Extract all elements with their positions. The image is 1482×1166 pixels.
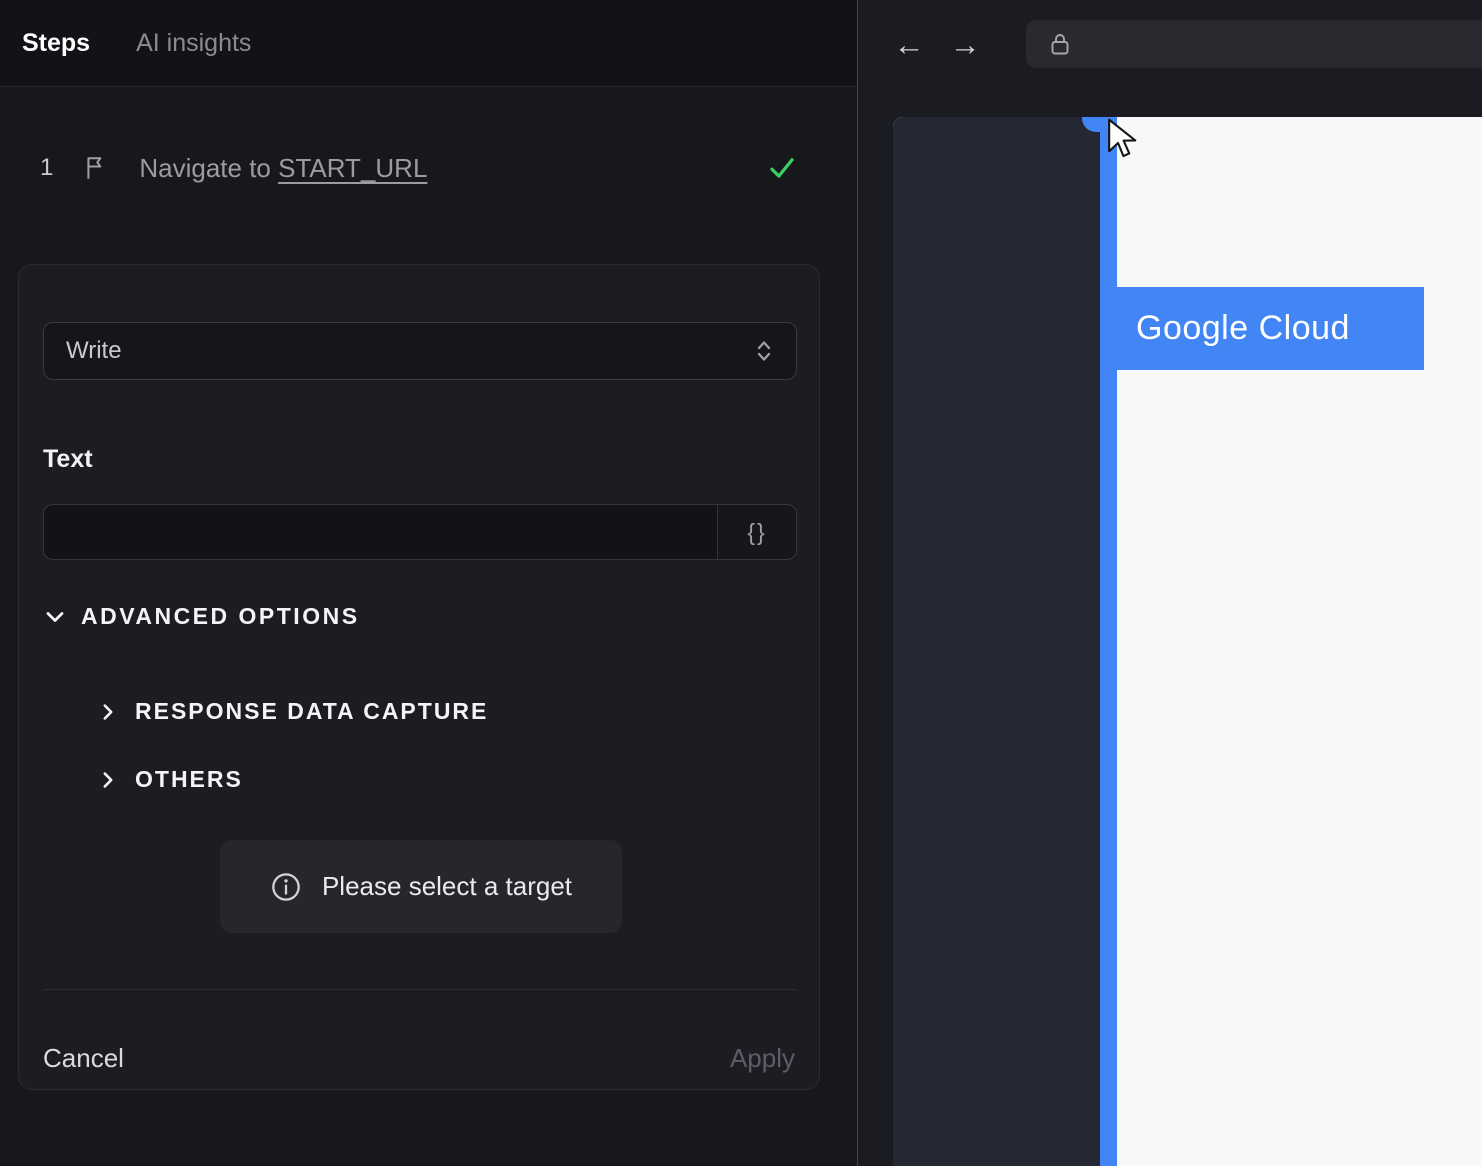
browser-navbar: ← → xyxy=(859,0,1482,88)
step-title-text: Navigate to xyxy=(139,152,279,183)
text-input[interactable] xyxy=(43,504,717,560)
action-select[interactable]: Write xyxy=(43,322,797,380)
steps-panel: Steps AI insights 1 Navigate to START_UR… xyxy=(0,0,858,1166)
text-field-label: Text xyxy=(43,445,93,473)
page-dark-sidebar xyxy=(893,117,1100,1166)
browser-preview-panel: ← → Google Cloud xyxy=(859,0,1482,1166)
element-highlight-stripe xyxy=(1100,117,1117,1166)
editor-footer: Cancel Apply xyxy=(19,1025,819,1091)
highlighted-element-google-cloud[interactable]: Google Cloud xyxy=(1117,287,1424,370)
advanced-options-toggle[interactable]: ADVANCED OPTIONS xyxy=(43,603,360,630)
chevron-right-icon xyxy=(97,768,119,792)
info-icon xyxy=(270,871,302,903)
advanced-options-label: ADVANCED OPTIONS xyxy=(81,603,360,629)
url-bar[interactable] xyxy=(1026,20,1482,68)
browser-viewport[interactable]: Google Cloud xyxy=(893,117,1482,1166)
step-item[interactable]: 1 Navigate to START_URL xyxy=(0,138,857,198)
others-label: OTHERS xyxy=(135,766,243,792)
response-data-capture-toggle[interactable]: RESPONSE DATA CAPTURE xyxy=(97,698,488,725)
chevron-down-icon xyxy=(43,605,67,629)
back-button[interactable]: ← xyxy=(891,29,927,60)
footer-divider xyxy=(43,989,797,990)
panel-tabbar: Steps AI insights xyxy=(0,0,857,87)
step-start-url-link[interactable]: START_URL xyxy=(278,153,427,183)
tab-ai-insights[interactable]: AI insights xyxy=(136,29,251,58)
response-data-capture-label: RESPONSE DATA CAPTURE xyxy=(135,698,489,724)
text-input-group: {} xyxy=(43,504,797,560)
tab-steps[interactable]: Steps xyxy=(22,29,90,58)
select-target-notice: Please select a target xyxy=(220,840,622,933)
insert-variable-button[interactable]: {} xyxy=(717,504,797,560)
apply-button[interactable]: Apply xyxy=(730,1043,795,1074)
action-select-value: Write xyxy=(66,337,122,364)
select-updown-icon xyxy=(752,338,776,364)
cancel-button[interactable]: Cancel xyxy=(43,1043,124,1074)
lock-icon xyxy=(1048,31,1072,57)
select-target-notice-text: Please select a target xyxy=(321,871,573,901)
forward-button[interactable]: → xyxy=(947,29,983,60)
chevron-right-icon xyxy=(97,700,119,724)
app: Steps AI insights 1 Navigate to START_UR… xyxy=(0,0,1482,1166)
step-editor-card: Write Text {} ADVANCED OPTIONS RESPONSE … xyxy=(18,264,820,1090)
mouse-cursor-icon xyxy=(1105,118,1139,160)
step-title: Navigate to START_URL xyxy=(139,153,427,184)
others-toggle[interactable]: OTHERS xyxy=(97,766,243,793)
flag-icon xyxy=(83,155,109,181)
step-success-check-icon xyxy=(767,153,797,183)
step-number: 1 xyxy=(40,154,54,181)
